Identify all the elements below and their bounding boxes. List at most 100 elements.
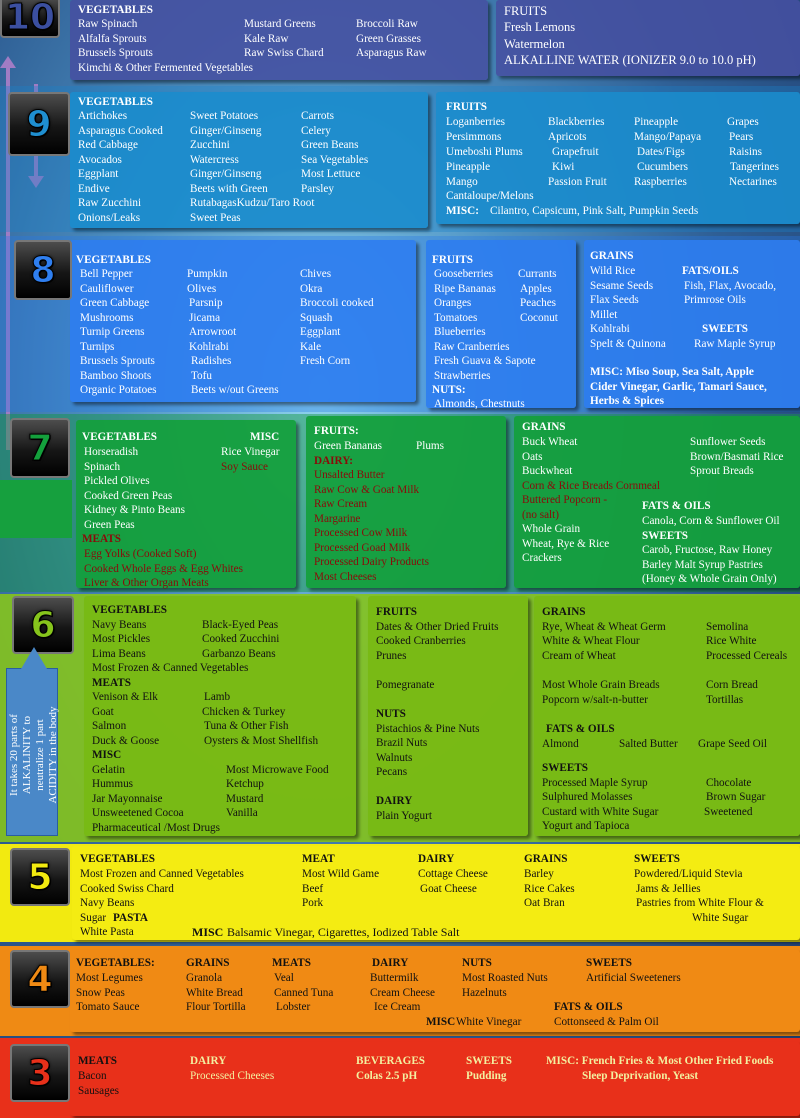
item: Mango xyxy=(446,176,478,188)
item: Cooked Whole Eggs & Egg Whites xyxy=(84,562,243,575)
item: Granola xyxy=(186,972,223,984)
item: Apricots xyxy=(548,131,587,143)
item: Oysters & Most Shellfish xyxy=(204,734,319,747)
item: Pastries from White Flour & xyxy=(636,897,764,909)
level-10-fruit-panel: FRUITS Fresh Lemons Watermelon ALKALLINE… xyxy=(496,0,800,76)
item: Grapes xyxy=(727,116,759,128)
item: RutabagasKudzu/Taro Root xyxy=(190,197,315,209)
item: Brussels Sprouts xyxy=(80,355,155,367)
heading: SWEETS xyxy=(542,762,589,774)
item: Raw Cream xyxy=(314,498,368,510)
item: (no salt) xyxy=(522,508,559,521)
heading: MISC xyxy=(92,749,122,761)
item: Peaches xyxy=(520,297,557,309)
item: Buckwheat xyxy=(522,465,573,477)
item: Arrowroot xyxy=(189,326,237,338)
item: Oranges xyxy=(434,297,472,309)
heading: DAIRY xyxy=(372,957,409,969)
item: Fresh Lemons xyxy=(504,20,576,34)
side-note-line: ALKALINITY to xyxy=(21,715,33,795)
item: Crackers xyxy=(522,552,562,564)
item: Goat Cheese xyxy=(420,882,477,895)
level-8-grains-panel: GRAINS Wild Rice Sesame Seeds Flax Seeds… xyxy=(584,240,800,408)
heading: MEATS xyxy=(78,1055,117,1067)
alkalinity-side-note: It takes 20 parts of ALKALINITY to neutr… xyxy=(6,647,59,836)
item: Processed Maple Syrup xyxy=(542,776,648,789)
item: Raspberries xyxy=(634,176,687,188)
item: Dates/Figs xyxy=(637,146,685,158)
item: Turnips xyxy=(80,340,115,353)
level-4-number: 4 xyxy=(10,950,70,1008)
item: Tangerines xyxy=(730,161,779,173)
level-7-grains-panel: GRAINS Buck Wheat Oats Buckwheat Corn & … xyxy=(514,416,800,588)
item: Veal xyxy=(274,972,294,984)
item: Kidney & Pinto Beans xyxy=(84,504,185,516)
item: Currants xyxy=(518,268,557,280)
item: Processed Cow Milk xyxy=(314,527,408,539)
item: Ginger/Ginseng xyxy=(190,124,262,137)
item: Cottonseed & Palm Oil xyxy=(554,1015,659,1028)
item: Corn Bread xyxy=(706,679,758,691)
item: Venison & Elk xyxy=(92,691,158,703)
item: Salted Butter xyxy=(619,738,678,750)
heading: MISC: xyxy=(446,205,479,217)
item: Cilantro, Capsicum, Pink Salt, Pumpkin S… xyxy=(490,205,699,217)
item: Brussels Sprouts xyxy=(78,47,153,59)
item: Mushrooms xyxy=(80,311,134,324)
item: Wild Rice xyxy=(590,265,636,277)
heading: FATS & OILS xyxy=(642,500,711,512)
item: Cooked Green Peas xyxy=(84,489,173,502)
level-5-number: 5 xyxy=(10,848,70,906)
item: Radishes xyxy=(191,355,232,367)
level-4-band: VEGETABLES: Most Legumes Snow Peas Tomat… xyxy=(0,946,800,1036)
item: Mustard Greens xyxy=(244,18,316,30)
item: Green Grasses xyxy=(356,32,421,45)
item: FRUITS xyxy=(504,4,548,18)
item: Ginger/Ginseng xyxy=(190,168,262,180)
item: Beets with Green xyxy=(190,182,268,195)
item: Carob, Fructose, Raw Honey xyxy=(642,544,773,556)
item: Jar Mayonnaise xyxy=(92,792,163,805)
item: Most Microwave Food xyxy=(226,763,329,776)
level-9-number: 9 xyxy=(8,92,70,156)
heading: PASTA xyxy=(113,911,149,924)
item: Artificial Sweeteners xyxy=(586,972,681,984)
item: Margarine xyxy=(314,512,361,525)
heading: Cider Vinegar, Garlic, Tamari Sauce, xyxy=(590,380,767,393)
item: Turnip Greens xyxy=(80,326,145,338)
item: Raw Zucchini xyxy=(78,197,142,209)
item: Most Frozen and Canned Vegetables xyxy=(80,868,244,880)
heading: DAIRY xyxy=(418,853,455,865)
item: Organic Potatoes xyxy=(80,384,157,396)
heading: VEGETABLES xyxy=(82,431,158,443)
heading: SWEETS xyxy=(634,853,681,865)
level-7-fruit-dairy-panel: FRUITS: Green Bananas Plums DAIRY: Unsal… xyxy=(306,416,506,588)
heading: VEGETABLES xyxy=(78,96,154,108)
item: Carrots xyxy=(301,110,334,122)
item: Custard with White Sugar xyxy=(542,805,659,818)
item: Sweet Potatoes xyxy=(190,110,259,122)
item: Eggplant xyxy=(78,168,119,180)
heading: VEGETABLES xyxy=(78,4,154,16)
item: Pharmaceutical /Most Drugs xyxy=(92,821,221,834)
heading: Herbs & Spices xyxy=(590,395,664,407)
item: Duck & Goose xyxy=(92,734,160,747)
item: Broccoli cooked xyxy=(300,297,374,309)
level-8-veg-panel: VEGETABLES Bell Pepper Cauliflower Green… xyxy=(70,240,416,402)
heading: MISC xyxy=(192,925,224,939)
item: Endive xyxy=(78,182,110,195)
item: Brazil Nuts xyxy=(376,737,428,749)
item: Green Bananas xyxy=(314,440,383,452)
heading: MISC xyxy=(426,1015,456,1028)
heading: SWEETS xyxy=(466,1055,513,1067)
item: Gooseberries xyxy=(434,268,494,280)
item: Cream of Wheat xyxy=(542,649,616,662)
heading: SWEETS xyxy=(586,957,633,969)
item: Watermelon xyxy=(504,37,565,51)
item: Olives xyxy=(187,282,217,295)
item: Most Roasted Nuts xyxy=(462,972,548,984)
level-5-band: VEGETABLES Most Frozen and Canned Vegeta… xyxy=(0,844,800,942)
item: Broccoli Raw xyxy=(356,18,418,30)
item: Chicken & Turkey xyxy=(202,705,286,718)
item: Unsweetened Cocoa xyxy=(92,807,184,819)
